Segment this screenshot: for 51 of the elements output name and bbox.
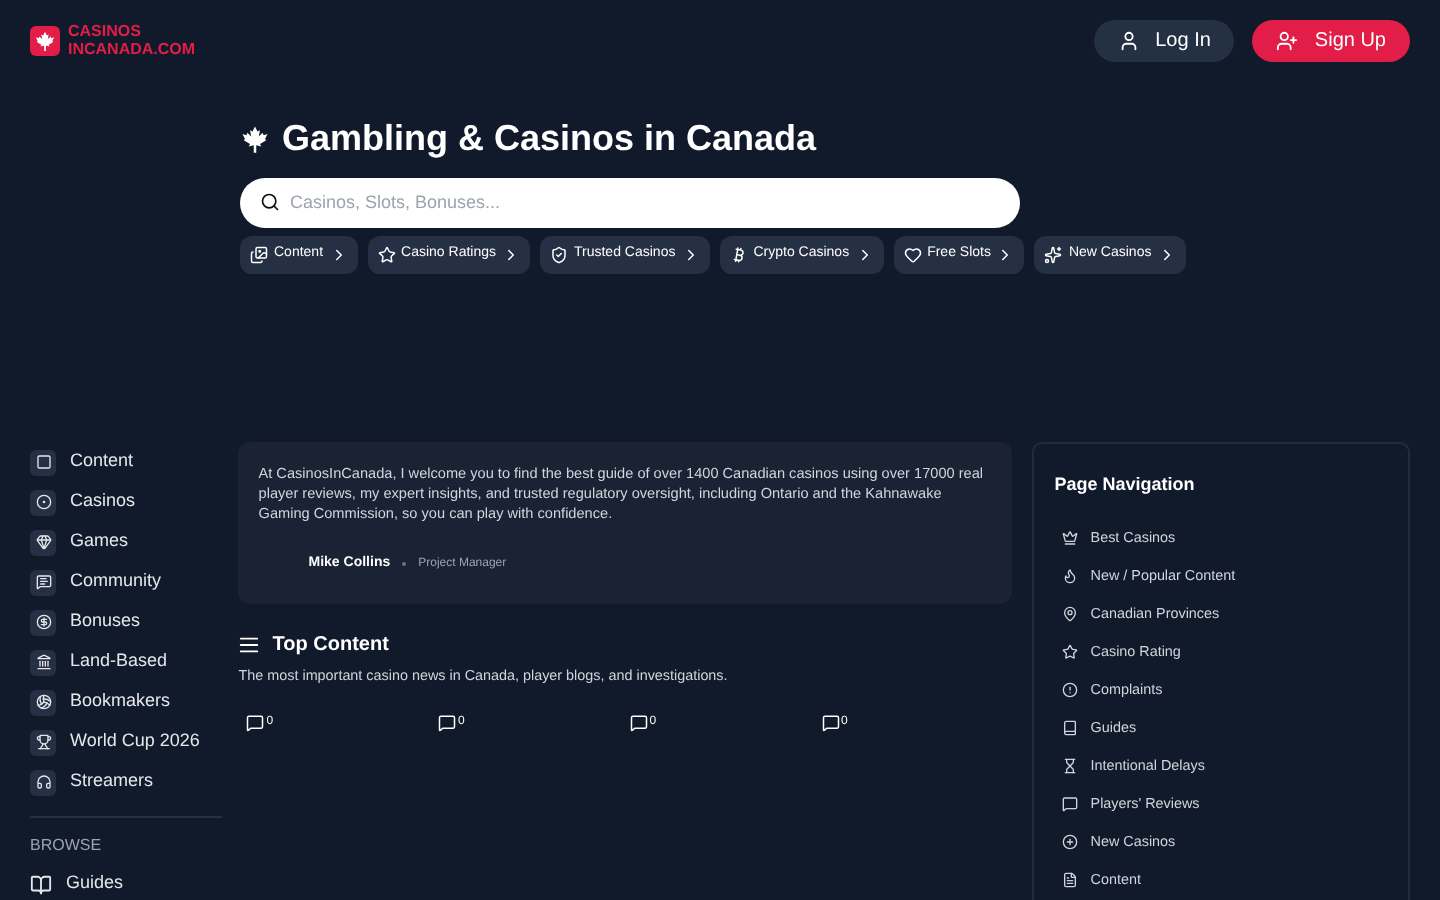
sidebar-item[interactable]: World Cup 2026 xyxy=(30,722,223,762)
search-icon xyxy=(260,191,280,211)
trophy-icon xyxy=(30,729,56,755)
sidebar-item[interactable]: Bonuses xyxy=(30,602,223,642)
maple-leaf-icon xyxy=(240,124,270,154)
user-icon xyxy=(1117,29,1140,51)
user-plus-icon xyxy=(1276,29,1299,51)
chevron-icon xyxy=(502,246,520,264)
gem-icon xyxy=(30,529,56,555)
sidebar-item[interactable]: Community xyxy=(30,562,223,602)
book-icon xyxy=(1062,720,1079,736)
logo-icon[interactable] xyxy=(30,25,60,55)
sidebar-item[interactable]: Bookmakers xyxy=(30,682,223,722)
chat-icon xyxy=(30,569,56,595)
heart-icon xyxy=(903,246,922,264)
chat-icon xyxy=(1062,796,1079,812)
sidebar-item[interactable]: Guides xyxy=(30,866,223,900)
page-title: Gambling & Casinos in Canada xyxy=(282,116,817,162)
star-icon xyxy=(1062,644,1079,660)
shield-icon xyxy=(550,246,568,264)
sparkle-icon xyxy=(1044,246,1063,264)
panel-title: Page Navigation xyxy=(1054,472,1197,498)
logo-text[interactable]: INCANADA.COM xyxy=(68,40,196,58)
logo-text[interactable]: CASINOS xyxy=(68,22,196,40)
sidebar-item[interactable]: Land-Based xyxy=(30,642,223,682)
book-icon xyxy=(30,873,52,895)
coin-icon xyxy=(30,609,56,635)
maple-leaf-icon xyxy=(34,29,56,51)
crown-icon xyxy=(1062,530,1079,546)
document-icon xyxy=(1062,872,1079,888)
bitcoin-icon xyxy=(729,246,748,264)
images-icon xyxy=(250,246,268,264)
flame-icon xyxy=(1062,568,1079,584)
plus-icon xyxy=(1062,834,1079,850)
alert-icon xyxy=(1062,682,1079,698)
sidebar-item[interactable]: Content xyxy=(30,442,223,482)
search-field[interactable]: Casinos, Slots, Bonuses... xyxy=(240,177,1020,227)
section-title: Top Content xyxy=(272,631,389,659)
sidebar-item[interactable]: Games xyxy=(30,522,223,562)
sidebar-item[interactable]: Casinos xyxy=(30,482,223,522)
hourglass-icon xyxy=(1062,758,1079,774)
bank-icon xyxy=(30,649,56,675)
login-button[interactable]: Log In xyxy=(1093,19,1235,61)
star-icon xyxy=(377,246,396,264)
section-heading: BROWSE xyxy=(30,834,104,858)
sidebar-item[interactable]: Streamers xyxy=(30,762,223,802)
list-icon xyxy=(238,633,261,655)
square-icon xyxy=(30,449,56,475)
headphones-icon xyxy=(30,769,56,795)
signup-button[interactable]: Sign Up xyxy=(1252,19,1410,61)
pin-icon xyxy=(1062,606,1079,622)
